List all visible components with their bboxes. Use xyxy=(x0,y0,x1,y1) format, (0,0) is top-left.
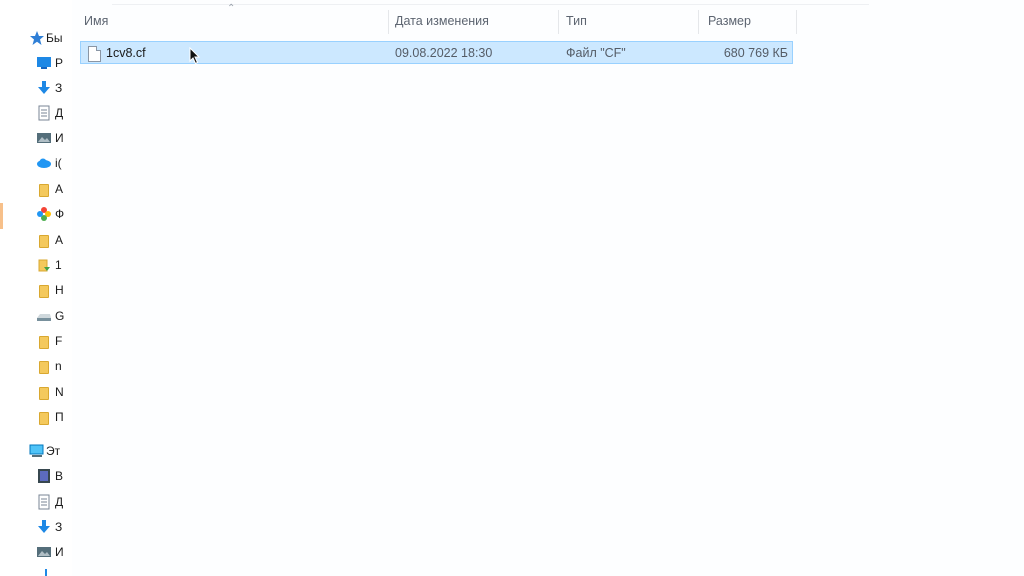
column-divider[interactable] xyxy=(388,10,389,34)
star-icon xyxy=(30,31,44,45)
sidebar-item-documents[interactable]: Д xyxy=(0,492,72,512)
sidebar-item-label: Д xyxy=(55,106,64,120)
sidebar-item-label: F xyxy=(55,334,63,348)
column-header-type[interactable]: Тип xyxy=(566,14,587,28)
sidebar-item-music[interactable] xyxy=(0,566,72,576)
file-row[interactable]: 1cv8.cf 09.08.2022 18:30 Файл "CF" 680 7… xyxy=(80,41,793,64)
computer-icon xyxy=(29,444,44,457)
column-divider[interactable] xyxy=(558,10,559,34)
download-icon xyxy=(38,81,50,94)
sidebar-item-photos[interactable]: Ф xyxy=(0,204,72,224)
documents-icon xyxy=(38,494,50,510)
sidebar-item-folder[interactable]: n xyxy=(0,356,72,376)
sidebar-item-label: Н xyxy=(55,283,64,297)
sort-ascending-icon: ⌃ xyxy=(227,3,236,14)
sidebar-item-label: И xyxy=(55,545,64,559)
sidebar-item-folder[interactable]: N xyxy=(0,382,72,402)
icloud-icon xyxy=(37,158,51,168)
sidebar-item-label: G xyxy=(55,309,65,323)
pictures-icon xyxy=(37,133,51,143)
column-divider[interactable] xyxy=(796,10,797,34)
sidebar-item-desktop[interactable]: Р xyxy=(0,53,72,73)
column-divider[interactable] xyxy=(698,10,699,34)
sidebar-item-downloads[interactable]: З xyxy=(0,78,72,98)
desktop-icon xyxy=(37,57,51,69)
sidebar-item-label: П xyxy=(55,410,64,424)
sidebar-item-folder[interactable]: П xyxy=(0,407,72,427)
sidebar-item-video[interactable]: В xyxy=(0,466,72,486)
sidebar-item-downloads[interactable]: З xyxy=(0,517,72,537)
file-name: 1cv8.cf xyxy=(106,46,146,60)
sidebar-item-folder[interactable]: F xyxy=(0,331,72,351)
file-list-view[interactable]: ⌃ Имя Дата изменения Тип Размер 1cv8.cf … xyxy=(72,0,1024,576)
drive-icon xyxy=(37,314,51,321)
download-icon xyxy=(38,520,50,533)
sidebar-item-pictures[interactable]: И xyxy=(0,128,72,148)
sidebar-item-folder[interactable]: А xyxy=(0,179,72,199)
sidebar-item-this-pc[interactable]: Эт xyxy=(0,441,72,461)
header-top-border xyxy=(112,4,869,5)
folder-download-icon xyxy=(38,259,50,272)
file-icon xyxy=(88,46,101,62)
sidebar-item-folder[interactable]: Н xyxy=(0,280,72,300)
sidebar-item-label: Р xyxy=(55,56,64,70)
sidebar-item-drive[interactable]: G xyxy=(0,306,72,326)
sidebar-item-label: З xyxy=(55,81,63,95)
navigation-pane: Бы Р З Д И i( А Ф А 1 Н G F n N П Эт В Д… xyxy=(0,0,72,576)
folder-icon xyxy=(36,181,52,197)
sidebar-item-label: В xyxy=(55,469,64,483)
music-icon xyxy=(45,569,47,576)
sidebar-item-label: 1 xyxy=(55,258,62,272)
sidebar-item-label: Бы xyxy=(46,31,63,45)
sidebar-item-label: Эт xyxy=(46,444,61,458)
folder-icon xyxy=(36,282,52,298)
sidebar-item-quick-access[interactable]: Бы xyxy=(0,28,72,48)
file-size: 680 769 КБ xyxy=(723,46,788,60)
sidebar-item-label: i( xyxy=(55,156,62,170)
folder-icon xyxy=(36,358,52,374)
video-icon xyxy=(38,469,50,483)
sidebar-item-folder[interactable]: А xyxy=(0,230,72,250)
sidebar-item-label: Ф xyxy=(55,207,65,221)
pictures-icon xyxy=(37,547,51,557)
sidebar-item-label: Д xyxy=(55,495,64,509)
column-header-size[interactable]: Размер xyxy=(708,14,751,28)
folder-icon xyxy=(36,333,52,349)
column-header-name[interactable]: Имя xyxy=(84,14,108,28)
photos-icon xyxy=(37,207,51,221)
folder-icon xyxy=(36,409,52,425)
folder-icon xyxy=(36,232,52,248)
sidebar-item-label: И xyxy=(55,131,64,145)
column-header-date[interactable]: Дата изменения xyxy=(395,14,489,28)
sidebar-item-label: А xyxy=(55,182,64,196)
mouse-cursor-icon xyxy=(189,47,201,65)
folder-icon xyxy=(36,384,52,400)
sidebar-item-pictures[interactable]: И xyxy=(0,542,72,562)
file-date: 09.08.2022 18:30 xyxy=(395,46,493,60)
sidebar-item-documents[interactable]: Д xyxy=(0,103,72,123)
sidebar-item-label: N xyxy=(55,385,64,399)
sidebar-item-label: n xyxy=(55,359,62,373)
sidebar-item-label: З xyxy=(55,520,63,534)
sidebar-item-icloud[interactable]: i( xyxy=(0,153,72,173)
documents-icon xyxy=(38,105,50,121)
sidebar-item-folder-download[interactable]: 1 xyxy=(0,255,72,275)
sidebar-item-label: А xyxy=(55,233,64,247)
file-type: Файл "CF" xyxy=(566,46,626,60)
